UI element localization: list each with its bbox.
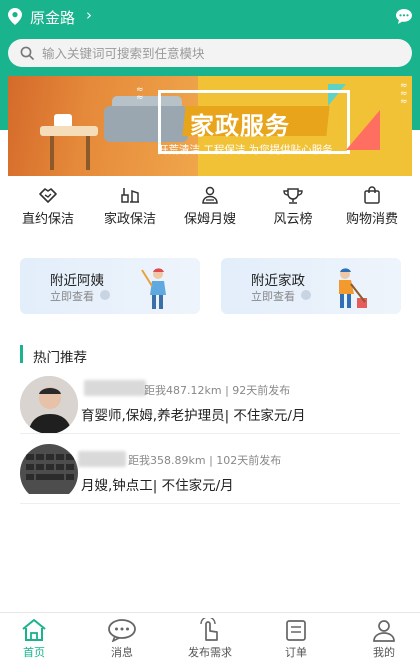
tab-profile[interactable]: 我的: [342, 613, 420, 664]
worker-illustration-icon: [339, 268, 367, 308]
search-bar[interactable]: [8, 39, 412, 67]
arrow-circle-icon: [301, 290, 311, 300]
category-label: 家政保洁: [103, 212, 156, 227]
search-input[interactable]: [42, 43, 402, 63]
category-row: 直约保洁 家政保洁 保姆月嫂 风云榜 购物消费: [0, 184, 420, 232]
category-ranking[interactable]: 风云榜: [251, 184, 335, 232]
bottom-tab-bar: 首页 消息 发布需求 订单 我的: [0, 612, 420, 664]
nearby-housekeeping-card[interactable]: 附近家政 立即查看: [221, 258, 401, 314]
table-leg: [50, 136, 54, 170]
divider: [20, 433, 400, 434]
distance-time-meta: 距我487.12km | 92天前发布: [144, 384, 291, 397]
card-subtitle: 立即查看: [50, 290, 94, 303]
blurred-name: [78, 451, 126, 467]
tab-orders[interactable]: 订单: [254, 613, 338, 664]
publish-icon: [200, 618, 218, 641]
category-label: 保姆月嫂: [183, 212, 236, 227]
tab-publish[interactable]: 发布需求: [168, 613, 252, 664]
cleaning-icon: [121, 188, 139, 203]
nearby-aunt-card[interactable]: 附近阿姨 立即查看: [20, 258, 200, 314]
list-item[interactable]: 距我487.12km | 92天前发布 育婴师,保姆,养老护理员| 不住家元/月: [20, 376, 400, 438]
avatar: [20, 444, 78, 502]
cleaner-illustration-icon: [141, 268, 166, 309]
home-icon: [22, 619, 46, 641]
category-label: 购物消费: [345, 212, 398, 227]
category-label: 直约保洁: [21, 212, 74, 227]
card-title: 附近阿姨: [50, 273, 104, 289]
shopping-bag-icon: [364, 186, 380, 204]
decor-triangle: [346, 110, 380, 150]
avatar-photo: [20, 444, 78, 494]
chevron-right-icon[interactable]: ›: [86, 6, 92, 24]
nanny-icon: [202, 186, 218, 204]
banner-subtitle: 开荒清洁 工程保洁 为您提供贴心服务: [158, 144, 333, 156]
divider: [20, 503, 400, 504]
avatar: [20, 376, 78, 434]
table-leg: [86, 136, 90, 170]
list-item[interactable]: 距我358.89km | 102天前发布 月嫂,钟点工| 不住家元/月: [20, 444, 400, 506]
category-home-cleaning[interactable]: 家政保洁: [88, 184, 172, 232]
decor-waves: ≈ ≈ ≈: [400, 81, 408, 107]
profile-icon: [373, 620, 395, 642]
card-subtitle: 立即查看: [251, 290, 295, 303]
section-title: 热门推荐: [33, 350, 87, 366]
card-title: 附近家政: [251, 273, 305, 289]
tab-messages[interactable]: 消息: [80, 613, 164, 664]
avatar-photo: [20, 376, 78, 434]
promo-banner[interactable]: 家政服务 开荒清洁 工程保洁 为您提供贴心服务 ≈ ≈ ≈ ≈ ≈: [8, 76, 412, 176]
top-bar: 原金路 ›: [0, 0, 420, 34]
tab-home[interactable]: 首页: [0, 613, 76, 664]
category-direct-cleaning[interactable]: 直约保洁: [6, 184, 90, 232]
tab-label: 发布需求: [188, 646, 232, 659]
tab-label: 消息: [111, 646, 133, 659]
blurred-name: [84, 380, 146, 396]
search-icon: [20, 46, 34, 60]
tab-label: 我的: [373, 646, 395, 659]
banner-title: 家政服务: [190, 112, 290, 140]
order-icon: [286, 620, 306, 641]
side-table: [40, 126, 98, 136]
decor-waves: ≈ ≈: [136, 85, 144, 103]
distance-time-meta: 距我358.89km | 102天前发布: [128, 454, 282, 467]
section-accent-bar: [20, 345, 23, 363]
service-description: 月嫂,钟点工| 不住家元/月: [81, 478, 234, 494]
location-label[interactable]: 原金路: [30, 7, 75, 28]
service-description: 育婴师,保姆,养老护理员| 不住家元/月: [81, 408, 306, 424]
tab-label: 订单: [285, 646, 307, 659]
category-shopping[interactable]: 购物消费: [330, 184, 414, 232]
message-bubble-icon[interactable]: [395, 8, 413, 25]
tab-label: 首页: [23, 646, 45, 659]
arrow-circle-icon: [100, 290, 110, 300]
ranking-icon: [283, 188, 303, 204]
chat-icon: [108, 619, 136, 642]
location-pin-icon[interactable]: [8, 8, 22, 25]
category-nanny[interactable]: 保姆月嫂: [168, 184, 252, 232]
category-label: 风云榜: [273, 212, 313, 227]
handshake-icon: [39, 188, 57, 203]
